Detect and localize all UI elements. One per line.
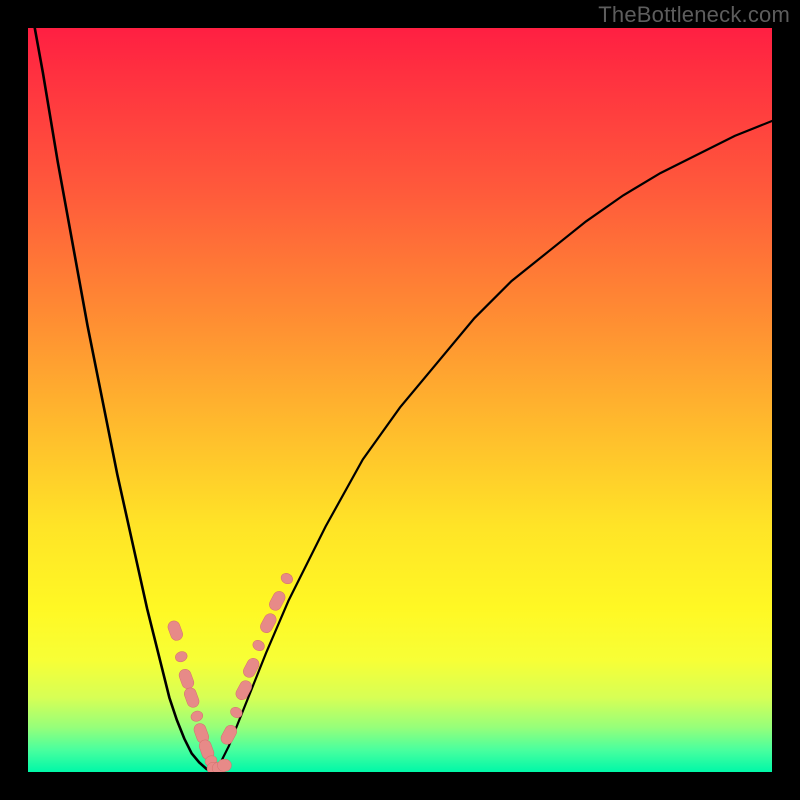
markers-right-point <box>251 638 266 652</box>
markers-right-point <box>241 656 261 679</box>
plot-area <box>28 28 772 772</box>
markers-bottom-point <box>217 759 231 771</box>
markers-left-point <box>177 668 195 691</box>
chart-svg <box>28 28 772 772</box>
markers-right-point <box>229 705 244 719</box>
markers-right-point <box>234 679 254 702</box>
markers-left-point <box>174 650 189 664</box>
watermark-text: TheBottleneck.com <box>598 2 790 28</box>
left-branch-path <box>28 28 214 772</box>
markers-left-point <box>190 709 205 723</box>
markers-right-point <box>279 571 294 585</box>
markers-left-point <box>183 686 201 709</box>
markers-left-point <box>166 619 184 642</box>
right-branch-path <box>214 121 772 772</box>
chart-frame: TheBottleneck.com <box>0 0 800 800</box>
